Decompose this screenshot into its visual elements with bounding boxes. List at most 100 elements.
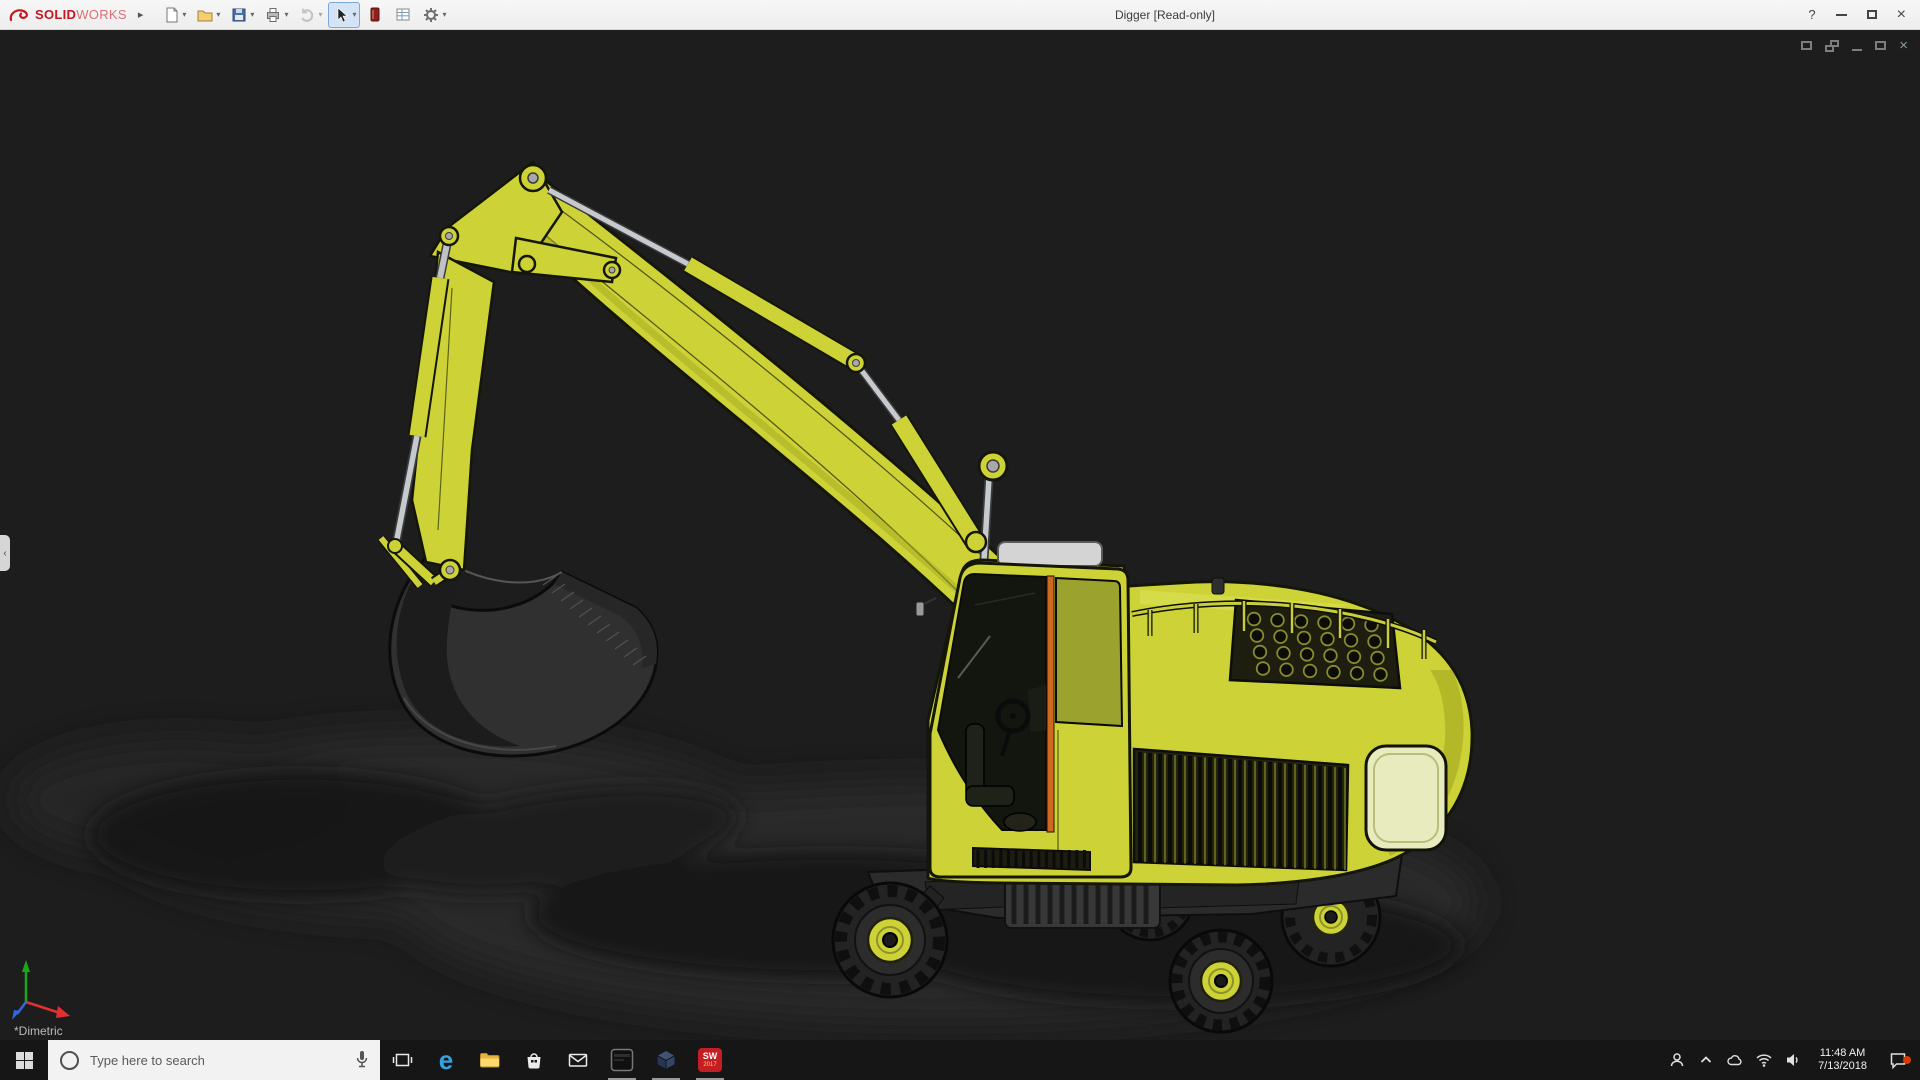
save-floppy-icon <box>232 8 246 21</box>
ds-swoosh-icon <box>9 8 28 21</box>
undo-button[interactable]: ▾ <box>294 2 326 28</box>
print-icon <box>267 7 280 22</box>
task-pane-collapse-tab[interactable]: ‹ <box>0 535 10 571</box>
dropdown-caret[interactable]: ▾ <box>182 10 186 19</box>
maximize-button[interactable] <box>1866 10 1877 19</box>
notification-badge <box>1903 1056 1911 1064</box>
titlebar: SOLID WORKS ▸ ▾ ▾ ▾ ▾ ▾ ▾ ▾ Digger [Read… <box>0 0 1920 30</box>
action-center-button[interactable] <box>1882 1050 1914 1070</box>
people-icon <box>1670 1053 1684 1067</box>
select-tool-button[interactable]: ▾ <box>328 1 361 28</box>
terminal-app-button[interactable] <box>600 1040 644 1080</box>
resources-button[interactable] <box>362 2 388 28</box>
rear-window <box>1364 744 1448 852</box>
minimize-icon <box>1835 13 1847 16</box>
cad-viewer-app-button[interactable] <box>644 1040 688 1080</box>
toolbar-flyout-arrow[interactable]: ▸ <box>131 8 151 21</box>
window-controls: ? × <box>1808 6 1920 23</box>
taskbar-clock[interactable]: 11:48 AM 7/13/2018 <box>1812 1047 1873 1073</box>
gear-icon <box>424 7 439 22</box>
file-explorer-icon <box>480 1053 500 1068</box>
z-axis-blue <box>12 1010 20 1020</box>
network-wifi-icon <box>1756 1054 1772 1067</box>
close-button[interactable]: × <box>1897 6 1906 23</box>
restore-window-icon[interactable] <box>1875 41 1887 50</box>
search-input[interactable] <box>88 1039 354 1080</box>
options-button[interactable]: ▾ <box>418 2 450 28</box>
clock-time: 11:48 AM <box>1819 1047 1866 1059</box>
new-document-button[interactable]: ▾ <box>158 2 190 28</box>
design-table-icon <box>396 8 410 20</box>
new-window-icon[interactable] <box>1801 41 1813 50</box>
orientation-triad <box>12 960 70 1020</box>
store-button[interactable] <box>512 1040 556 1080</box>
edge-icon: e <box>438 1045 454 1075</box>
new-document-icon <box>166 7 178 22</box>
design-table-button[interactable] <box>390 2 416 28</box>
boom-arm <box>377 160 1045 649</box>
view-orientation-label: *Dimetric <box>14 1024 63 1038</box>
terminal-app-icon <box>610 1048 634 1072</box>
mail-icon <box>568 1053 588 1067</box>
dropdown-caret[interactable]: ▾ <box>318 10 322 19</box>
3d-viewport-scene[interactable] <box>0 30 1920 1040</box>
cascade-window-icon[interactable] <box>1825 39 1840 52</box>
resources-icon <box>370 7 380 21</box>
undo-icon <box>301 8 314 22</box>
graphics-area: × ‹ *Dimetric <box>0 30 1920 1040</box>
print-button[interactable]: ▾ <box>260 2 292 28</box>
cortana-icon <box>60 1050 79 1070</box>
taskbar-search[interactable] <box>48 1039 380 1080</box>
dropdown-caret[interactable]: ▾ <box>284 10 288 19</box>
front-wheel-left <box>831 881 949 999</box>
file-explorer-button[interactable] <box>468 1040 512 1080</box>
front-wheel-right <box>1168 928 1274 1034</box>
cad-cube-app-icon <box>655 1049 677 1071</box>
mail-button[interactable] <box>556 1040 600 1080</box>
solidworks-window: SOLID WORKS ▸ ▾ ▾ ▾ ▾ ▾ ▾ ▾ Digger [Read… <box>0 0 1920 1080</box>
close-window-icon[interactable]: × <box>1899 38 1908 53</box>
dropdown-caret[interactable]: ▾ <box>442 10 446 19</box>
volume-button[interactable] <box>1783 1052 1803 1068</box>
start-button[interactable] <box>0 1040 48 1080</box>
window-title: Digger [Read-only] <box>1114 7 1216 22</box>
y-axis-green <box>22 960 30 972</box>
chevron-up-icon <box>1700 1056 1712 1063</box>
mirror <box>915 601 925 617</box>
maximize-icon <box>1866 10 1877 19</box>
windows-logo-icon <box>15 1051 33 1069</box>
minimize-window-icon[interactable] <box>1852 49 1863 51</box>
dropdown-caret[interactable]: ▾ <box>352 10 356 19</box>
cloud-icon <box>1727 1055 1742 1066</box>
tray-overflow-button[interactable] <box>1696 1052 1716 1068</box>
quick-toolbar: ▾ ▾ ▾ ▾ ▾ ▾ ▾ <box>158 1 450 28</box>
dropdown-caret[interactable]: ▾ <box>250 10 254 19</box>
people-button[interactable] <box>1667 1051 1687 1069</box>
task-view-button[interactable] <box>380 1040 424 1080</box>
help-button[interactable]: ? <box>1808 8 1815 21</box>
brand-solid: SOLID <box>35 7 77 22</box>
edge-button[interactable]: e <box>424 1040 468 1080</box>
network-button[interactable] <box>1754 1052 1774 1068</box>
save-button[interactable]: ▾ <box>226 2 258 28</box>
solidworks-logo: SOLID WORKS <box>0 7 131 23</box>
taskbar-apps: e SW 2017 <box>380 1040 732 1080</box>
windows-taskbar: e <box>0 1039 1920 1080</box>
cab-roof <box>997 541 1103 567</box>
open-folder-icon <box>197 10 213 21</box>
solidworks-app-icon: SW 2017 <box>698 1048 722 1072</box>
store-icon <box>527 1053 541 1069</box>
clock-date: 7/13/2018 <box>1818 1060 1867 1072</box>
dropdown-caret[interactable]: ▾ <box>216 10 220 19</box>
side-window <box>1055 576 1124 728</box>
cab-pillar-stripe <box>1046 575 1055 833</box>
cloud-status-button[interactable] <box>1725 1052 1745 1068</box>
document-window-controls: × <box>1801 38 1908 53</box>
select-cursor-icon <box>338 6 349 22</box>
open-button[interactable]: ▾ <box>192 2 224 28</box>
microphone-icon[interactable] <box>354 1050 370 1070</box>
task-view-icon <box>392 1053 412 1067</box>
minimize-button[interactable] <box>1835 13 1847 16</box>
solidworks-app-button[interactable]: SW 2017 <box>688 1040 732 1080</box>
exhaust <box>1211 577 1225 595</box>
